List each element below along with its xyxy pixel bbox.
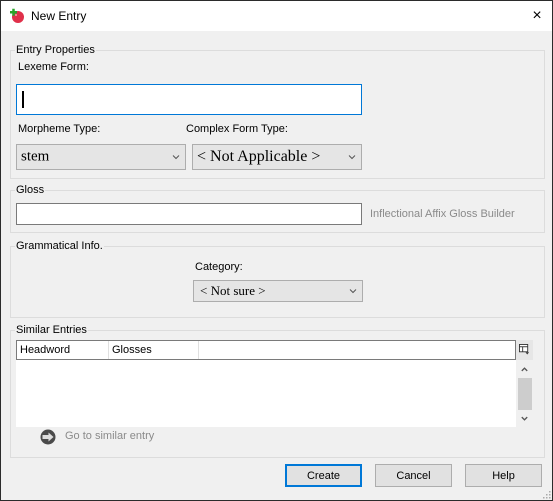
chevron-down-icon	[172, 155, 180, 160]
category-select[interactable]: < Not sure >	[193, 280, 363, 302]
close-button[interactable]: ×	[522, 1, 552, 31]
create-button[interactable]: Create	[285, 464, 362, 487]
group-label: Grammatical Info.	[15, 240, 104, 252]
gloss-input[interactable]	[16, 203, 362, 225]
app-icon	[10, 8, 24, 23]
morpheme-type-select[interactable]: stem	[16, 144, 186, 170]
close-icon: ×	[532, 7, 542, 24]
lexeme-form-input[interactable]	[16, 84, 362, 115]
chevron-down-icon	[349, 289, 357, 294]
text-caret	[22, 91, 24, 108]
help-button[interactable]: Help	[465, 464, 542, 487]
morpheme-type-label: Morpheme Type:	[18, 123, 101, 135]
similar-entries-list[interactable]: Headword Glosses	[16, 340, 516, 427]
category-label: Category:	[195, 261, 243, 273]
list-header: Headword Glosses	[16, 340, 516, 360]
complex-form-type-select[interactable]: < Not Applicable >	[192, 144, 362, 170]
group-label: Entry Properties	[15, 44, 96, 56]
scroll-up-icon[interactable]	[520, 365, 529, 374]
lexeme-form-label: Lexeme Form:	[18, 61, 89, 73]
new-entry-dialog: New Entry × Entry Properties Lexeme Form…	[0, 0, 553, 501]
chevron-down-icon	[348, 155, 356, 160]
window-title: New Entry	[31, 9, 87, 23]
column-chooser-icon	[519, 344, 530, 355]
scroll-down-icon[interactable]	[520, 414, 529, 423]
title-bar: New Entry ×	[1, 1, 552, 31]
go-to-similar-entry-link[interactable]: Go to similar entry	[65, 430, 154, 442]
scrollbar-thumb[interactable]	[518, 378, 532, 410]
column-header-headword[interactable]: Headword	[17, 341, 109, 359]
vertical-scrollbar[interactable]	[516, 360, 533, 427]
go-to-arrow-icon	[40, 429, 56, 445]
cancel-button[interactable]: Cancel	[375, 464, 452, 487]
resize-grip-icon[interactable]	[543, 491, 551, 499]
column-header-glosses[interactable]: Glosses	[109, 341, 199, 359]
column-chooser-button[interactable]	[516, 340, 533, 360]
group-label: Gloss	[15, 184, 46, 196]
group-label: Similar Entries	[15, 324, 88, 336]
inflectional-affix-gloss-builder-link[interactable]: Inflectional Affix Gloss Builder	[370, 208, 515, 220]
complex-form-type-label: Complex Form Type:	[186, 123, 288, 135]
